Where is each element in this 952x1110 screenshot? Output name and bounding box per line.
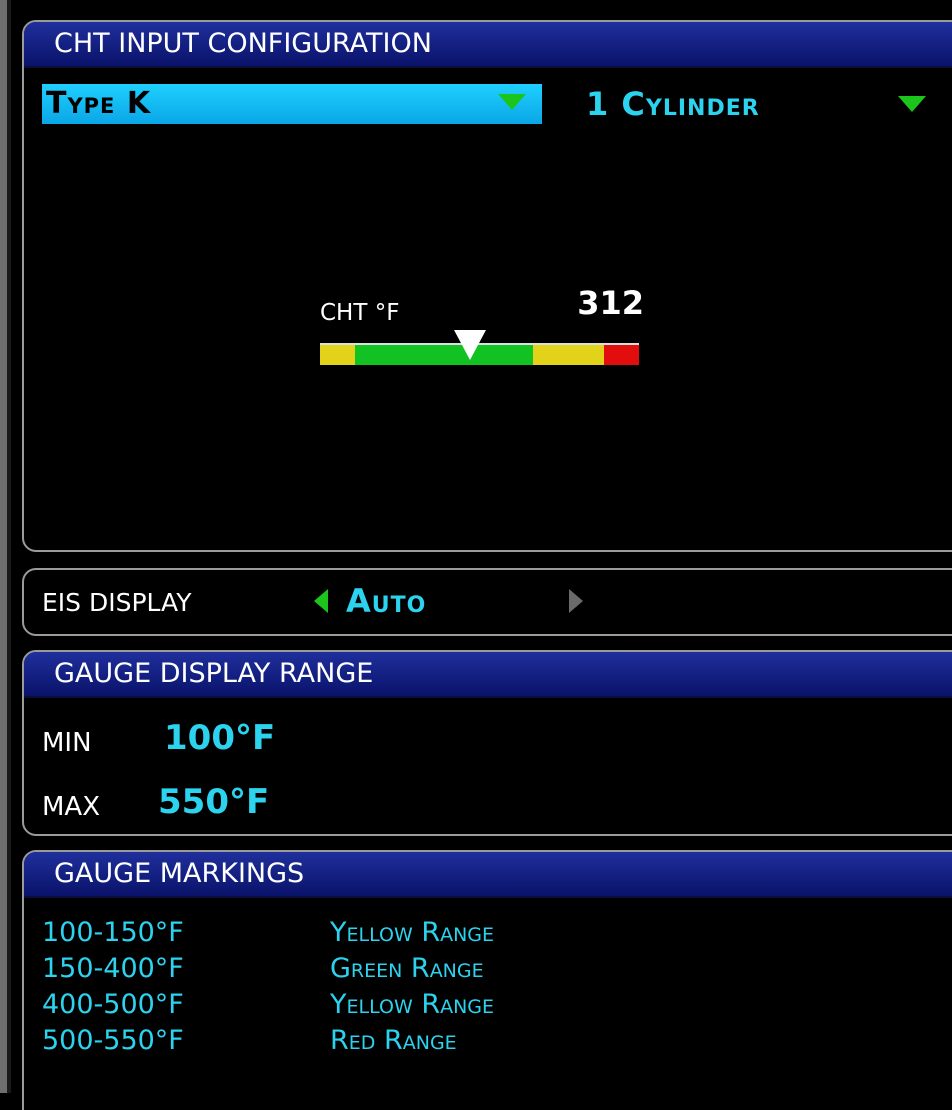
sensor-type-dropdown-arrow-icon[interactable]	[498, 94, 526, 110]
gauge-markings-panel: GAUGE MARKINGS 100-150°F Yellow Range 15…	[22, 850, 952, 1110]
cht-gauge-pointer-icon	[454, 330, 487, 360]
max-label: MAX	[42, 792, 101, 822]
eis-display-next-arrow-icon[interactable]	[569, 589, 583, 613]
marking-color-4[interactable]: Red Range	[330, 1024, 457, 1058]
gauge-band-3	[532, 345, 604, 365]
marking-range-1[interactable]: 100-150°F	[42, 916, 184, 950]
eis-display-value[interactable]: Auto	[346, 582, 426, 620]
cht-input-configuration-title: CHT INPUT CONFIGURATION	[24, 22, 952, 68]
gauge-markings-title: GAUGE MARKINGS	[24, 852, 952, 898]
left-bezel-shadow	[7, 0, 11, 1093]
gauge-band-1	[320, 345, 356, 365]
cylinder-count-dropdown[interactable]: 1 Cylinder	[586, 84, 760, 124]
max-value-field[interactable]: 550°F	[158, 782, 269, 822]
marking-range-2[interactable]: 150-400°F	[42, 952, 184, 986]
eis-display-panel: EIS DISPLAY Auto	[22, 568, 952, 636]
marking-color-2[interactable]: Green Range	[330, 952, 484, 986]
marking-color-1[interactable]: Yellow Range	[330, 916, 494, 950]
gauge-band-4	[603, 345, 639, 365]
marking-color-3[interactable]: Yellow Range	[330, 988, 494, 1022]
cht-gauge-value: 312	[577, 284, 644, 322]
sensor-type-value: Type K	[46, 86, 152, 121]
left-bezel	[0, 0, 7, 1093]
cht-input-configuration-panel: CHT INPUT CONFIGURATION Type K 1 Cylinde…	[22, 20, 952, 552]
marking-range-4[interactable]: 500-550°F	[42, 1024, 184, 1058]
min-value-field[interactable]: 100°F	[164, 718, 275, 758]
eis-display-prev-arrow-icon[interactable]	[314, 589, 328, 613]
sensor-type-dropdown[interactable]: Type K	[42, 84, 542, 124]
gauge-band-2	[355, 345, 533, 365]
gauge-display-range-panel: GAUGE DISPLAY RANGE MIN 100°F MAX 550°F	[22, 650, 952, 836]
gauge-display-range-title: GAUGE DISPLAY RANGE	[24, 652, 952, 698]
min-label: MIN	[42, 728, 92, 758]
cylinder-count-dropdown-arrow-icon[interactable]	[898, 96, 926, 112]
eis-display-label: EIS DISPLAY	[42, 588, 192, 617]
marking-range-3[interactable]: 400-500°F	[42, 988, 184, 1022]
cht-gauge-label: CHT °F	[320, 300, 400, 326]
